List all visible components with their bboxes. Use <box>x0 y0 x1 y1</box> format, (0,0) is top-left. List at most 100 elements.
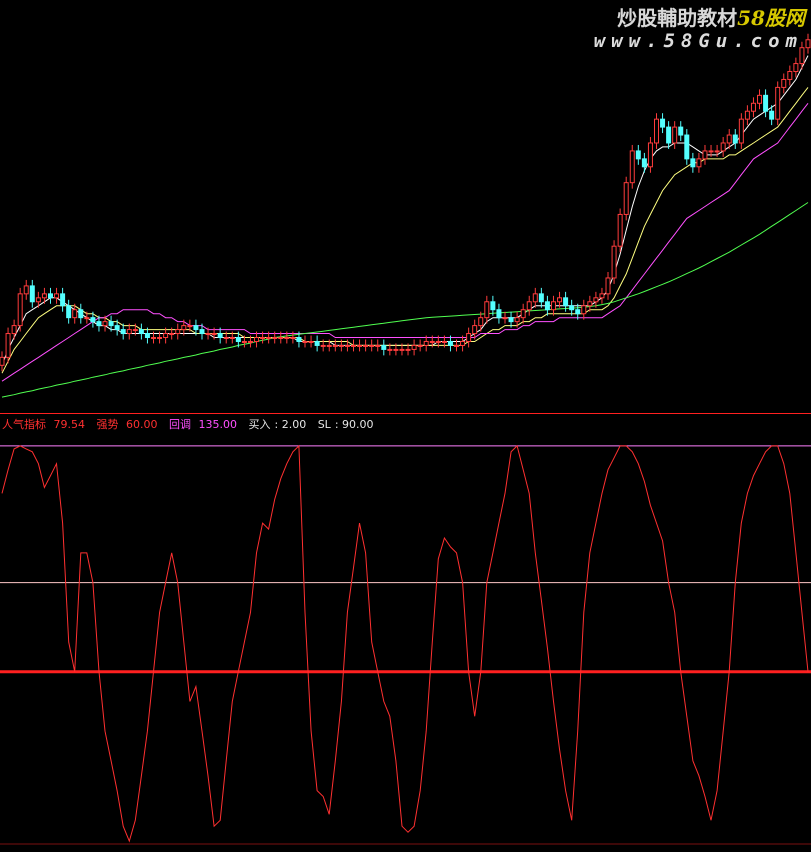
candle-up <box>278 337 284 340</box>
candle-up <box>726 134 732 144</box>
candle-up <box>247 340 253 343</box>
candle-down <box>60 293 66 307</box>
candle-up <box>84 317 90 320</box>
candle-up <box>23 285 29 295</box>
candle-up <box>0 356 5 366</box>
candle-up <box>702 150 708 160</box>
legend-pullback: 回调 135.00 <box>169 418 245 431</box>
candle-up <box>375 344 381 347</box>
candle-down <box>538 293 544 303</box>
candle-up <box>696 158 702 168</box>
candle-up <box>350 344 356 347</box>
candle-up <box>526 301 532 311</box>
candle-down <box>660 118 666 128</box>
candle-up <box>320 344 326 347</box>
candle-up <box>550 301 556 311</box>
indicator-legend: 人气指标 79.54 强势 60.00 回调 135.00 买入: 2.00 S… <box>2 416 382 432</box>
candle-up <box>484 301 490 319</box>
candle-up <box>308 340 314 343</box>
candle-up <box>708 150 714 153</box>
candle-down <box>684 134 690 160</box>
candle-up <box>423 340 429 346</box>
candle-up <box>175 329 181 335</box>
candle-up <box>229 337 235 340</box>
candle-down <box>769 110 775 120</box>
candle-up <box>357 344 363 347</box>
candle-up <box>363 344 369 347</box>
candle-up <box>126 329 132 335</box>
candle-up <box>472 325 478 335</box>
candle-up <box>581 305 587 315</box>
indicator-line <box>1 444 809 843</box>
candle-down <box>490 301 496 311</box>
candle-down <box>66 305 72 319</box>
candle-down <box>575 309 581 315</box>
candle-up <box>393 348 399 351</box>
candle-down <box>635 150 641 160</box>
ma-line-4 <box>1 202 809 398</box>
candle-up <box>502 317 508 320</box>
candle-down <box>563 297 569 307</box>
candle-up <box>163 333 169 339</box>
legend-indicator-value: 79.54 <box>53 418 86 431</box>
candle-up <box>599 293 605 299</box>
candle-down <box>29 285 35 303</box>
candle-up <box>302 340 308 343</box>
candle-up <box>653 118 659 144</box>
legend-strong-value: 60.00 <box>126 418 158 431</box>
candle-up <box>623 182 629 215</box>
candle-down <box>569 305 575 311</box>
candle-down <box>47 293 53 299</box>
candle-up <box>435 340 441 343</box>
candle-up <box>5 333 11 358</box>
candle-down <box>96 321 102 327</box>
candle-up <box>520 309 526 319</box>
candle-down <box>641 158 647 168</box>
candle-down <box>120 329 126 335</box>
candle-up <box>290 337 296 340</box>
indicator-panel <box>0 444 811 845</box>
legend-strong-label: 强势 <box>96 418 119 431</box>
candle-down <box>138 329 144 335</box>
legend-strong: 强势 60.00 <box>97 418 166 431</box>
candle-up <box>41 293 47 299</box>
candle-up <box>260 337 266 340</box>
candle-up <box>344 344 350 347</box>
candle-up <box>205 333 211 336</box>
legend-pullback-label: 回调 <box>169 418 191 431</box>
candle-up <box>454 344 460 347</box>
candle-down <box>690 158 696 168</box>
candle-up <box>466 333 472 342</box>
candle-up <box>211 333 217 336</box>
candle-up <box>338 344 344 347</box>
candle-down <box>314 340 320 346</box>
candle-up <box>332 344 338 347</box>
price-panel <box>0 33 811 414</box>
candle-up <box>805 39 811 49</box>
watermark-title: 炒股輔助教材58股网 <box>617 2 805 31</box>
candle-up <box>241 340 247 343</box>
candle-down <box>732 134 738 144</box>
candle-down <box>78 309 84 319</box>
candle-up <box>102 321 108 327</box>
candle-up <box>411 344 417 350</box>
candle-down <box>763 94 769 112</box>
candle-up <box>557 297 563 303</box>
candle-down <box>144 333 150 339</box>
candle-up <box>254 337 260 342</box>
watermark-url: www.58Gu.com <box>593 30 803 52</box>
ma-line-1 <box>1 55 809 366</box>
legend-buy-value: 2.00 <box>281 418 307 431</box>
candle-up <box>775 86 781 120</box>
candle-down <box>235 337 241 342</box>
candle-up <box>647 142 653 168</box>
candle-down <box>114 325 120 331</box>
candle-up <box>223 337 229 340</box>
legend-indicator: 人气指标 79.54 <box>2 418 93 431</box>
candle-up <box>441 340 447 343</box>
candle-up <box>714 150 720 153</box>
candle-up <box>181 325 187 331</box>
candle-up <box>793 63 799 73</box>
candle-down <box>496 309 502 319</box>
candle-down <box>544 301 550 311</box>
